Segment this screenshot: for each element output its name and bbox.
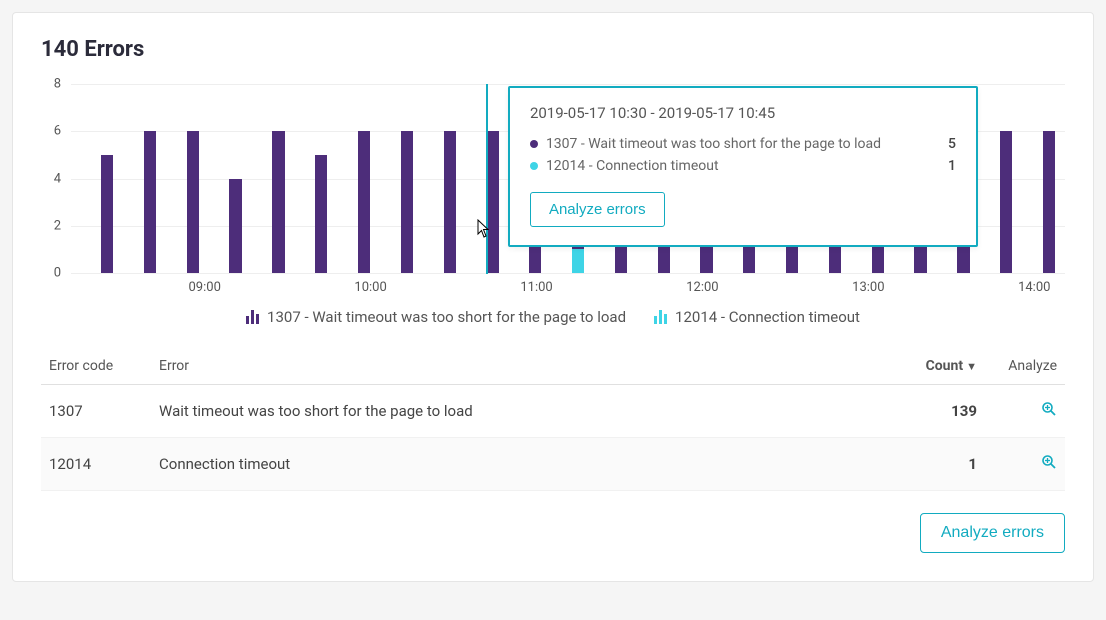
tooltip-analyze-errors-button[interactable]: Analyze errors <box>530 192 665 227</box>
y-tick-label: 0 <box>54 266 61 281</box>
tooltip-series-row: 12014 - Connection timeout1 <box>530 158 956 174</box>
y-tick-label: 8 <box>54 77 61 92</box>
col-error[interactable]: Error <box>151 348 895 385</box>
bar-chart-icon <box>654 310 667 324</box>
bar[interactable] <box>229 84 241 273</box>
x-tick-label: 14:00 <box>1018 280 1050 295</box>
legend-item[interactable]: 1307 - Wait timeout was too short for th… <box>246 308 626 326</box>
sort-desc-icon: ▼ <box>966 360 977 373</box>
y-tick-label: 2 <box>54 218 61 233</box>
chart-tooltip: 2019-05-17 10:30 - 2019-05-17 10:45 1307… <box>508 86 978 247</box>
cell-error-code: 12014 <box>41 438 151 491</box>
bar[interactable] <box>444 84 456 273</box>
x-tick-label: 09:00 <box>189 280 221 295</box>
tooltip-series-row: 1307 - Wait timeout was too short for th… <box>530 136 956 152</box>
col-analyze: Analyze <box>985 348 1065 385</box>
error-chart: 02468 09:0010:0011:0012:0013:0014:00 201… <box>41 84 1065 294</box>
analyze-errors-button[interactable]: Analyze errors <box>920 513 1065 553</box>
cell-error-msg: Wait timeout was too short for the page … <box>151 385 895 438</box>
bar[interactable] <box>187 84 199 273</box>
cell-count: 1 <box>895 438 985 491</box>
analyze-row-icon[interactable] <box>1041 401 1057 421</box>
chart-x-axis: 09:00 10:00 11:00 12:00 13:00 14:00 <box>101 280 1055 300</box>
x-tick-label: 10:00 <box>354 280 386 295</box>
tooltip-time-range: 2019-05-17 10:30 - 2019-05-17 10:45 <box>530 104 956 122</box>
col-count[interactable]: Count▼ <box>895 348 985 385</box>
cell-error-msg: Connection timeout <box>151 438 895 491</box>
table-row: 1307 Wait timeout was too short for the … <box>41 385 1065 438</box>
y-tick-label: 4 <box>54 171 61 186</box>
x-tick-label: 12:00 <box>686 280 718 295</box>
cell-error-code: 1307 <box>41 385 151 438</box>
chart-legend: 1307 - Wait timeout was too short for th… <box>41 308 1065 328</box>
analyze-row-icon[interactable] <box>1041 454 1057 474</box>
bar[interactable] <box>272 84 284 273</box>
x-tick-label: 11:00 <box>520 280 552 295</box>
errors-panel: 140 Errors 0 2 4 6 8 09:00 10:00 11:00 12:00 13:… <box>12 12 1094 582</box>
page-title: 140 Errors <box>41 37 1065 62</box>
col-error-code[interactable]: Error code <box>41 348 151 385</box>
bar[interactable] <box>1043 84 1055 273</box>
bar[interactable] <box>315 84 327 273</box>
legend-item[interactable]: 12014 - Connection timeout <box>654 308 860 326</box>
bar[interactable] <box>358 84 370 273</box>
bar[interactable] <box>144 84 156 273</box>
bar[interactable] <box>486 84 498 273</box>
errors-table: Error code Error Count▼ Analyze 1307 Wai… <box>41 348 1065 491</box>
y-tick-label: 6 <box>54 124 61 139</box>
cell-count: 139 <box>895 385 985 438</box>
chart-y-axis: 02468 <box>41 84 67 273</box>
bar[interactable] <box>1000 84 1012 273</box>
bar-chart-icon <box>246 310 259 324</box>
bar[interactable] <box>101 84 113 273</box>
x-tick-label: 13:00 <box>852 280 884 295</box>
table-row: 12014 Connection timeout 1 <box>41 438 1065 491</box>
bar[interactable] <box>401 84 413 273</box>
